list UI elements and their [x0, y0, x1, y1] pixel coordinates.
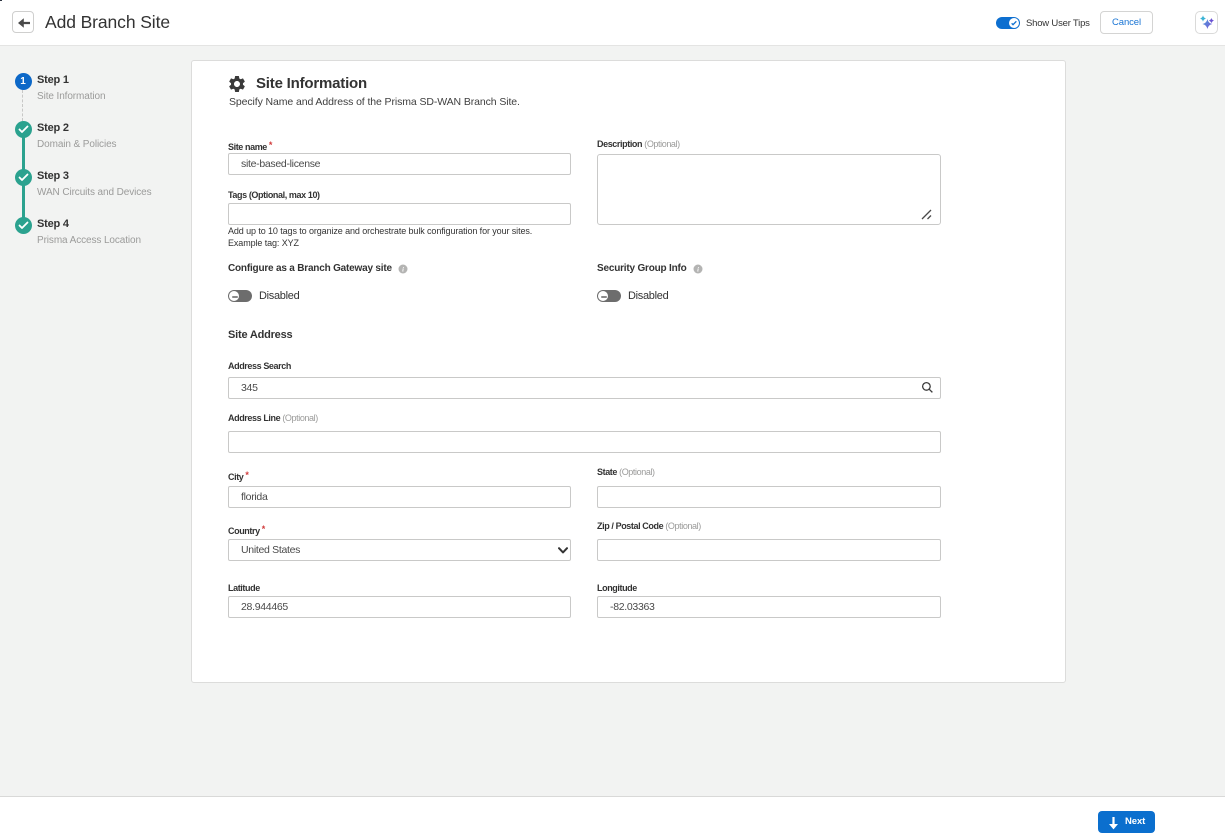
- svg-text:i: i: [697, 267, 699, 274]
- svg-text:i: i: [402, 267, 404, 274]
